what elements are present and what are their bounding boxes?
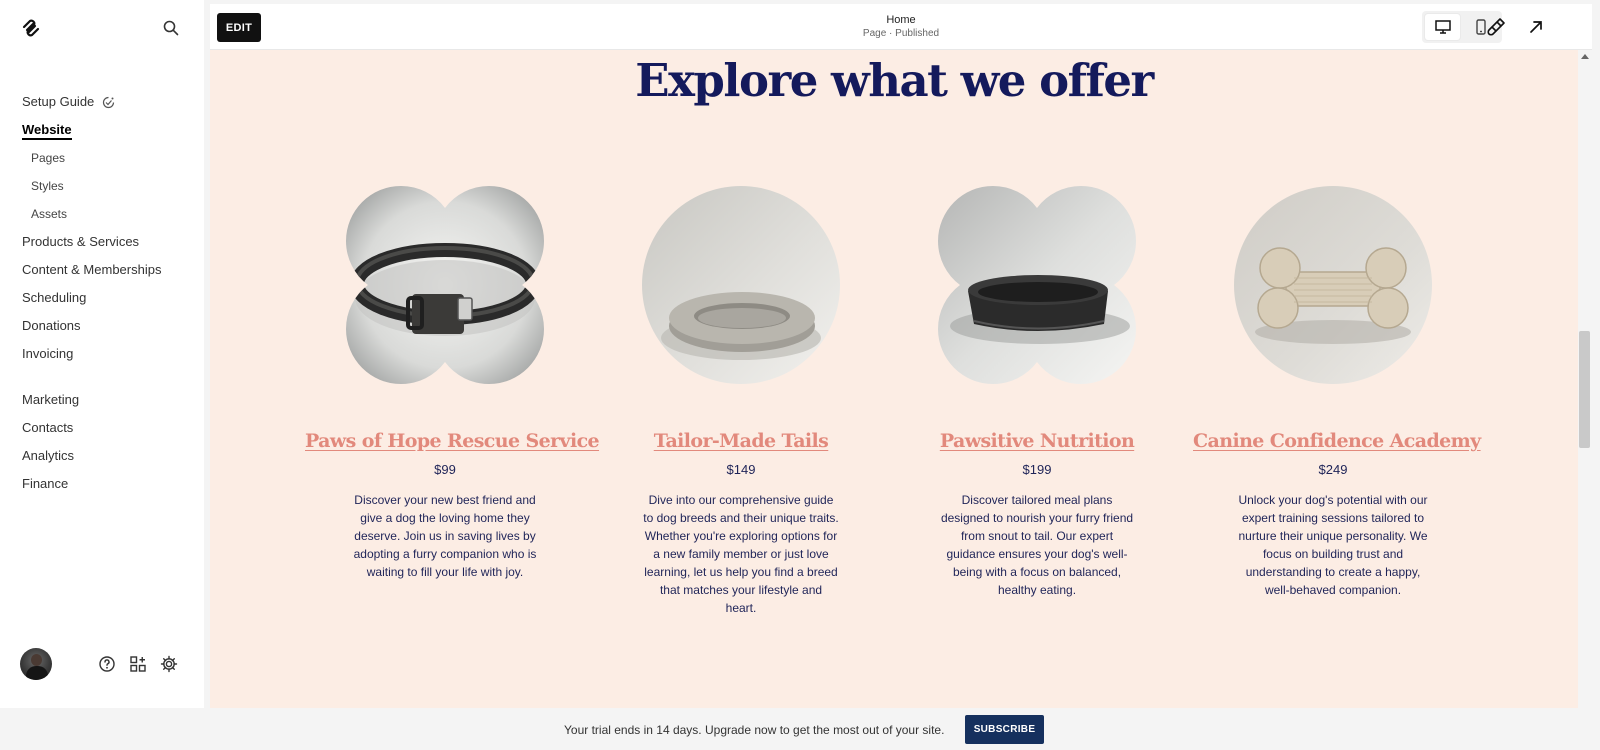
dog-collar-icon <box>346 186 544 384</box>
service-price: $199 <box>1022 462 1052 477</box>
service-price: $249 <box>1318 462 1348 477</box>
trial-banner: Your trial ends in 14 days. Upgrade now … <box>0 708 1600 750</box>
active-underline <box>22 138 72 140</box>
desktop-icon <box>1434 20 1451 34</box>
sidebar-item-products-services[interactable]: Products & Services <box>22 234 139 249</box>
subscribe-button[interactable]: SUBSCRIBE <box>965 715 1044 744</box>
section-heading: Explore what we offer <box>635 54 1154 107</box>
sidebar-item-marketing[interactable]: Marketing <box>22 392 79 407</box>
bone-toy-icon <box>1234 186 1432 384</box>
sidebar-item-assets[interactable]: Assets <box>31 207 67 221</box>
service-card: Tailor-Made Tails $149 Dive into our com… <box>601 186 881 617</box>
avatar-head <box>31 654 42 666</box>
page-preview-canvas: Explore what we offer Paws of Hope Rescu… <box>210 50 1578 708</box>
sidebar-item-contacts[interactable]: Contacts <box>22 420 73 435</box>
scroll-up-arrow-icon[interactable] <box>1581 54 1589 59</box>
canvas-scrollbar[interactable] <box>1578 50 1592 708</box>
sidebar-footer <box>0 646 204 682</box>
settings-gear-icon[interactable] <box>160 655 178 673</box>
service-image-dog-bed <box>642 186 840 384</box>
squarespace-logo-icon[interactable] <box>21 18 41 38</box>
mobile-icon <box>1476 19 1486 35</box>
dog-bowl-icon <box>938 186 1136 384</box>
service-description: Discover tailored meal plans designed to… <box>940 493 1134 597</box>
design-brush-icon[interactable] <box>1486 17 1506 37</box>
service-description: Dive into our comprehensive guide to dog… <box>643 493 839 615</box>
page-status: Page · Published <box>862 28 940 39</box>
edit-button[interactable]: EDIT <box>217 13 261 42</box>
sidebar-item-label: Website <box>22 122 72 137</box>
service-description: Discover your new best friend and give a… <box>353 493 537 579</box>
dog-bed-icon <box>642 186 840 384</box>
page-title: Home <box>886 14 916 26</box>
service-price: $149 <box>726 462 756 477</box>
open-external-arrow-icon[interactable] <box>1526 17 1546 37</box>
sidebar-item-finance[interactable]: Finance <box>22 476 68 491</box>
sidebar: Setup Guide Website Pages Styles Assets … <box>0 0 204 708</box>
sidebar-item-scheduling[interactable]: Scheduling <box>22 290 86 305</box>
sidebar-item-analytics[interactable]: Analytics <box>22 448 74 463</box>
service-card: Pawsitive Nutrition $199 Discover tailor… <box>897 186 1177 599</box>
sidebar-item-donations[interactable]: Donations <box>22 318 81 333</box>
sidebar-item-label: Setup Guide <box>22 94 95 109</box>
avatar-body <box>26 666 48 680</box>
editor-toolbar: EDIT Home Page · Published <box>210 4 1592 50</box>
page-info: Home Page · Published <box>801 13 1001 40</box>
sidebar-item-website[interactable]: Website <box>22 122 72 140</box>
sidebar-item-invoicing[interactable]: Invoicing <box>22 346 73 361</box>
service-title-link[interactable]: Paws of Hope Rescue Service <box>305 430 600 452</box>
progress-sparkle-icon <box>102 96 115 109</box>
search-icon[interactable] <box>162 19 180 37</box>
scrollbar-thumb[interactable] <box>1579 331 1590 448</box>
desktop-view-button[interactable] <box>1425 14 1460 40</box>
service-price: $99 <box>434 462 456 477</box>
service-description: Unlock your dog's potential with our exp… <box>1238 493 1428 597</box>
service-title-link[interactable]: Tailor-Made Tails <box>654 430 829 452</box>
service-card: Paws of Hope Rescue Service $99 Discover… <box>305 186 600 581</box>
sidebar-item-pages[interactable]: Pages <box>31 151 65 165</box>
service-image-dog-bowl <box>938 186 1136 384</box>
service-card: Canine Confidence Academy $249 Unlock yo… <box>1193 186 1481 599</box>
apps-grid-icon[interactable] <box>129 655 147 673</box>
help-icon[interactable] <box>98 655 116 673</box>
sidebar-item-setup-guide[interactable]: Setup Guide <box>22 94 115 109</box>
trial-message: Your trial ends in 14 days. Upgrade now … <box>564 723 945 737</box>
sidebar-item-content-memberships[interactable]: Content & Memberships <box>22 262 161 277</box>
service-image-bone-toy <box>1234 186 1432 384</box>
service-title-link[interactable]: Canine Confidence Academy <box>1193 430 1481 452</box>
service-title-link[interactable]: Pawsitive Nutrition <box>940 430 1135 452</box>
sidebar-item-styles[interactable]: Styles <box>31 179 64 193</box>
avatar[interactable] <box>20 648 52 680</box>
service-image-dog-collar <box>346 186 544 384</box>
